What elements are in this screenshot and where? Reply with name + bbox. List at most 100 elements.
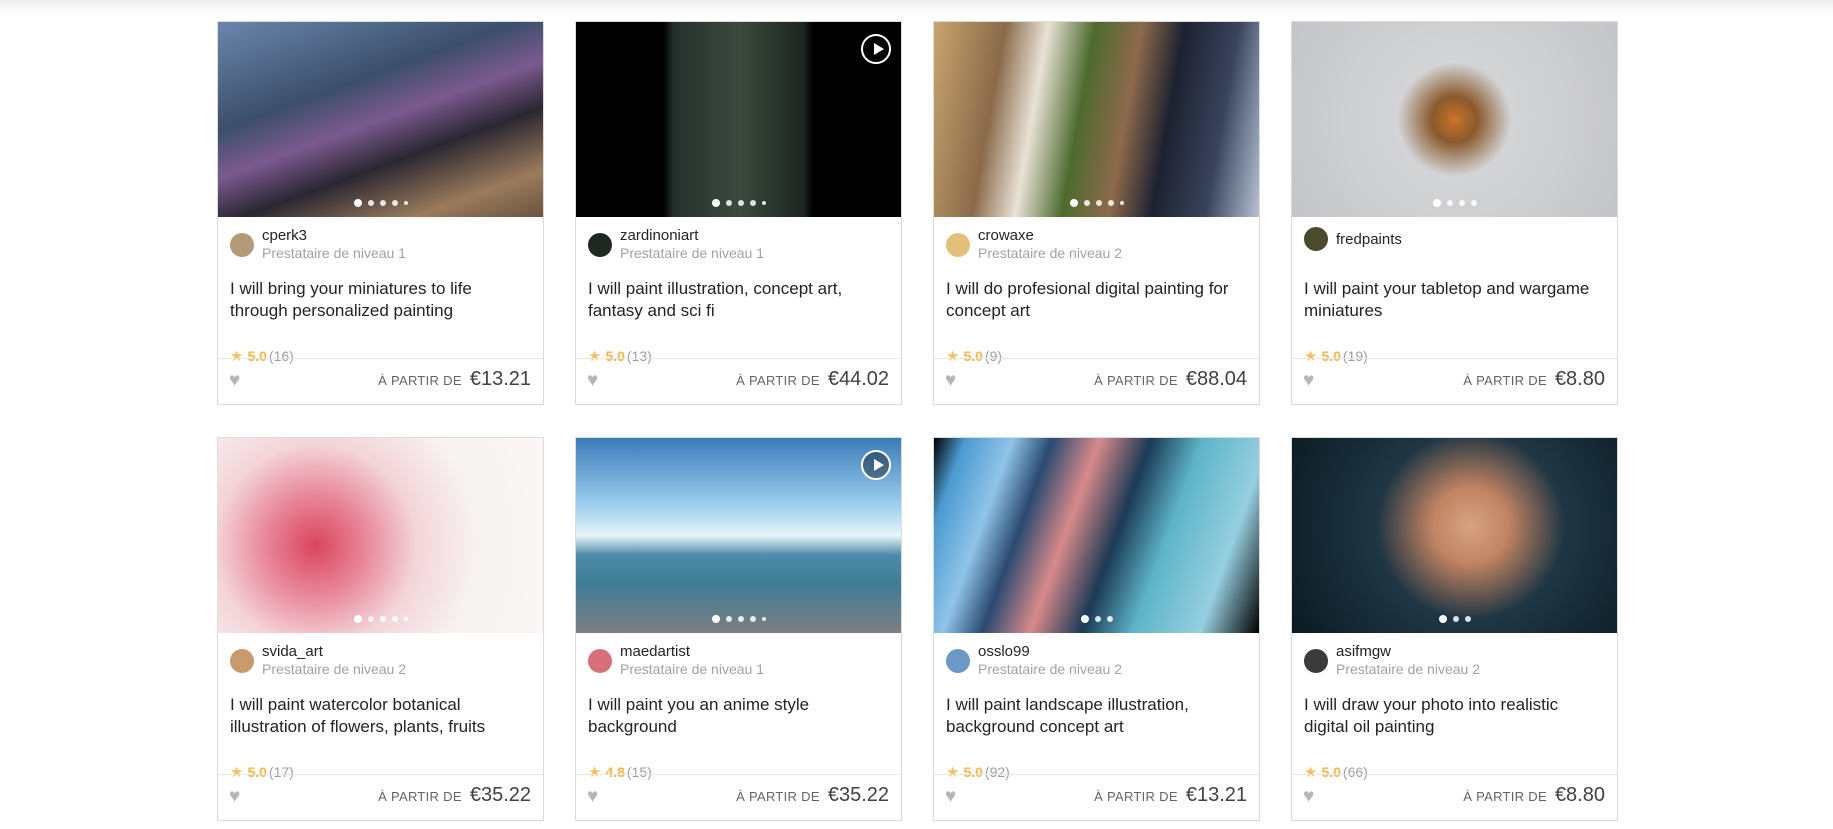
carousel-dot[interactable] [1470,200,1477,206]
carousel-dot[interactable] [737,616,744,622]
price[interactable]: À PARTIR DE €88.04 [1094,368,1247,391]
seller-name[interactable]: maedartist [620,643,764,660]
heart-icon[interactable]: ♥ [229,371,240,390]
seller-info[interactable]: zardinoniart Prestataire de niveau 1 [588,227,764,262]
carousel-dot[interactable] [353,199,362,207]
gig-card[interactable]: crowaxe Prestataire de niveau 2 I will d… [933,21,1260,405]
heart-icon[interactable]: ♥ [587,787,598,806]
carousel-dot[interactable] [367,616,374,622]
play-icon[interactable] [861,450,891,480]
seller-name[interactable]: osslo99 [978,643,1122,660]
carousel-dot[interactable] [1094,616,1101,622]
gig-card[interactable]: zardinoniart Prestataire de niveau 1 I w… [575,21,902,405]
carousel-dot[interactable] [1446,200,1453,206]
carousel-dot[interactable] [391,200,398,206]
heart-icon[interactable]: ♥ [1303,371,1314,390]
gig-title[interactable]: I will paint you an anime style backgrou… [588,694,888,738]
heart-icon[interactable]: ♥ [945,787,956,806]
carousel-dot[interactable] [1119,201,1124,205]
carousel-dot[interactable] [711,199,720,207]
gig-thumbnail[interactable] [576,22,901,217]
gig-card[interactable]: svida_art Prestataire de niveau 2 I will… [217,437,544,821]
carousel-dot[interactable] [403,617,408,621]
seller-info[interactable]: svida_art Prestataire de niveau 2 [230,643,406,678]
seller-info[interactable]: maedartist Prestataire de niveau 1 [588,643,764,678]
price[interactable]: À PARTIR DE €13.21 [1094,784,1247,807]
seller-name[interactable]: crowaxe [978,227,1122,244]
carousel-dot[interactable] [391,616,398,622]
seller-name[interactable]: cperk3 [262,227,406,244]
carousel-dot[interactable] [403,201,408,205]
gig-card[interactable]: cperk3 Prestataire de niveau 1 I will br… [217,21,544,405]
seller-name[interactable]: fredpaints [1336,231,1402,248]
heart-icon[interactable]: ♥ [587,371,598,390]
heart-icon[interactable]: ♥ [229,787,240,806]
seller-name[interactable]: svida_art [262,643,406,660]
gig-title[interactable]: I will paint landscape illustration, bac… [946,694,1246,738]
carousel-dot[interactable] [1083,200,1090,206]
carousel-dot[interactable] [725,200,732,206]
play-icon[interactable] [861,34,891,64]
carousel-dot[interactable] [761,617,766,621]
avatar[interactable] [946,232,970,257]
gig-thumbnail[interactable] [576,438,901,633]
carousel-dot[interactable] [379,200,386,206]
carousel-dot[interactable] [1080,615,1089,623]
carousel-dot[interactable] [379,616,386,622]
carousel-dot[interactable] [1069,199,1078,207]
carousel-dot[interactable] [1464,616,1471,622]
carousel-dot[interactable] [737,200,744,206]
avatar[interactable] [1304,648,1328,673]
gig-thumbnail[interactable] [218,438,543,633]
avatar[interactable] [946,648,970,673]
price[interactable]: À PARTIR DE €8.80 [1463,368,1605,391]
avatar[interactable] [230,648,254,673]
gig-title[interactable]: I will bring your miniatures to life thr… [230,278,530,322]
gig-title[interactable]: I will paint your tabletop and wargame m… [1304,278,1604,322]
carousel-dot[interactable] [749,200,756,206]
heart-icon[interactable]: ♥ [945,371,956,390]
price[interactable]: À PARTIR DE €35.22 [736,784,889,807]
avatar[interactable] [588,232,612,257]
gig-card[interactable]: osslo99 Prestataire de niveau 2 I will p… [933,437,1260,821]
gig-title[interactable]: I will paint watercolor botanical illust… [230,694,530,738]
seller-info[interactable]: crowaxe Prestataire de niveau 2 [946,227,1122,262]
gig-thumbnail[interactable] [1292,22,1617,217]
avatar[interactable] [1304,227,1328,251]
seller-info[interactable]: asifmgw Prestataire de niveau 2 [1304,643,1480,678]
gig-thumbnail[interactable] [218,22,543,217]
gig-thumbnail[interactable] [1292,438,1617,633]
seller-info[interactable]: fredpaints [1304,227,1402,251]
carousel-dot[interactable] [1458,200,1465,206]
carousel-dot[interactable] [367,200,374,206]
gig-thumbnail[interactable] [934,22,1259,217]
gig-thumbnail[interactable] [934,438,1259,633]
avatar[interactable] [588,648,612,673]
price[interactable]: À PARTIR DE €8.80 [1463,784,1605,807]
carousel-dot[interactable] [725,616,732,622]
seller-info[interactable]: cperk3 Prestataire de niveau 1 [230,227,406,262]
heart-icon[interactable]: ♥ [1303,787,1314,806]
carousel-dot[interactable] [1432,199,1441,207]
price[interactable]: À PARTIR DE €35.22 [378,784,531,807]
carousel-dot[interactable] [749,616,756,622]
seller-info[interactable]: osslo99 Prestataire de niveau 2 [946,643,1122,678]
gig-card[interactable]: maedartist Prestataire de niveau 1 I wil… [575,437,902,821]
carousel-dot[interactable] [353,615,362,623]
carousel-dot[interactable] [711,615,720,623]
gig-card[interactable]: fredpaints I will paint your tabletop an… [1291,21,1618,405]
carousel-dot[interactable] [1106,616,1113,622]
price[interactable]: À PARTIR DE €44.02 [736,368,889,391]
gig-title[interactable]: I will draw your photo into realistic di… [1304,694,1604,738]
gig-title[interactable]: I will paint illustration, concept art, … [588,278,888,322]
avatar[interactable] [230,232,254,257]
carousel-dot[interactable] [1452,616,1459,622]
carousel-dot[interactable] [1438,615,1447,623]
carousel-dot[interactable] [1095,200,1102,206]
carousel-dot[interactable] [761,201,766,205]
seller-name[interactable]: zardinoniart [620,227,764,244]
gig-card[interactable]: asifmgw Prestataire de niveau 2 I will d… [1291,437,1618,821]
seller-name[interactable]: asifmgw [1336,643,1480,660]
gig-title[interactable]: I will do profesional digital painting f… [946,278,1246,322]
price[interactable]: À PARTIR DE €13.21 [378,368,531,391]
